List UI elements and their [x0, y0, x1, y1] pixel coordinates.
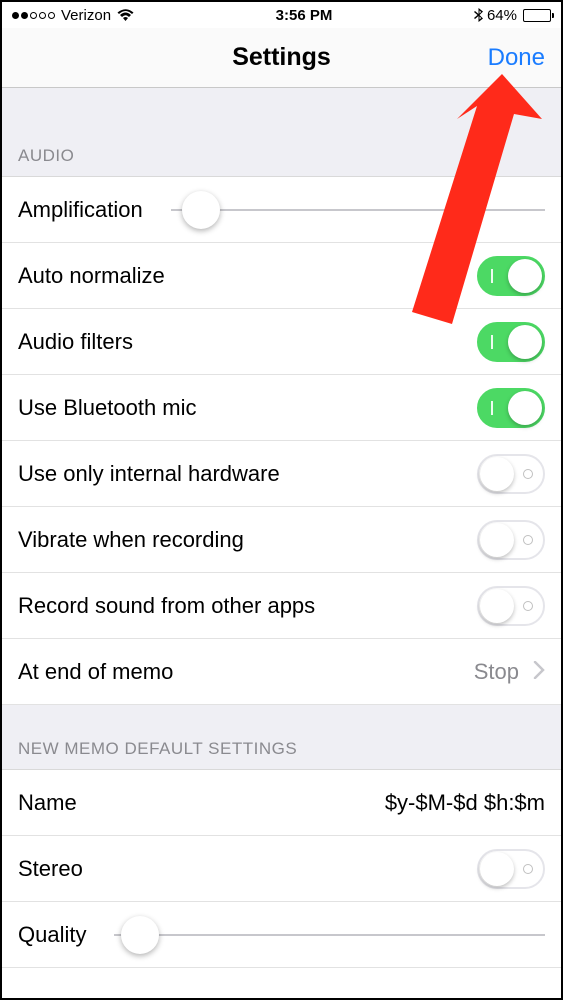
- cell-stereo: Stereo: [2, 836, 561, 902]
- section-header-audio: AUDIO: [2, 88, 561, 177]
- bluetooth-mic-switch[interactable]: [477, 388, 545, 428]
- cell-bluetooth-mic: Use Bluetooth mic: [2, 375, 561, 441]
- wifi-icon: [117, 9, 134, 22]
- battery-icon: [523, 9, 551, 22]
- slider-thumb[interactable]: [182, 191, 220, 229]
- vibrate-switch[interactable]: [477, 520, 545, 560]
- end-of-memo-value: Stop: [474, 659, 519, 685]
- auto-normalize-label: Auto normalize: [18, 263, 165, 289]
- cell-vibrate: Vibrate when recording: [2, 507, 561, 573]
- status-bar: Verizon 3:56 PM 64%: [2, 2, 561, 28]
- name-label: Name: [18, 790, 77, 816]
- amplification-slider[interactable]: [171, 209, 545, 211]
- status-left: Verizon: [12, 7, 134, 24]
- cell-amplification: Amplification: [2, 177, 561, 243]
- signal-dots: [12, 12, 55, 19]
- status-right: 64%: [474, 7, 551, 24]
- internal-hardware-label: Use only internal hardware: [18, 461, 280, 487]
- quality-slider[interactable]: [114, 934, 545, 936]
- stereo-label: Stereo: [18, 856, 83, 882]
- end-of-memo-label: At end of memo: [18, 659, 173, 685]
- cell-quality: Quality: [2, 902, 561, 968]
- name-value: $y-$M-$d $h:$m: [385, 790, 545, 816]
- cell-end-of-memo[interactable]: At end of memo Stop: [2, 639, 561, 705]
- record-other-apps-label: Record sound from other apps: [18, 593, 315, 619]
- done-button[interactable]: Done: [488, 44, 545, 72]
- amplification-label: Amplification: [18, 197, 143, 223]
- section-header-memo: NEW MEMO DEFAULT SETTINGS: [2, 705, 561, 770]
- cell-record-other-apps: Record sound from other apps: [2, 573, 561, 639]
- stereo-switch[interactable]: [477, 849, 545, 889]
- quality-label: Quality: [18, 922, 86, 948]
- clock: 3:56 PM: [276, 7, 333, 24]
- vibrate-label: Vibrate when recording: [18, 527, 244, 553]
- auto-normalize-switch[interactable]: [477, 256, 545, 296]
- cell-internal-hardware: Use only internal hardware: [2, 441, 561, 507]
- audio-filters-switch[interactable]: [477, 322, 545, 362]
- bluetooth-icon: [474, 8, 483, 23]
- cell-auto-normalize: Auto normalize: [2, 243, 561, 309]
- nav-bar: Settings Done: [2, 28, 561, 88]
- carrier-label: Verizon: [61, 7, 111, 24]
- bluetooth-mic-label: Use Bluetooth mic: [18, 395, 197, 421]
- chevron-right-icon: [533, 659, 545, 685]
- record-other-apps-switch[interactable]: [477, 586, 545, 626]
- audio-filters-label: Audio filters: [18, 329, 133, 355]
- cell-name[interactable]: Name $y-$M-$d $h:$m: [2, 770, 561, 836]
- battery-percent: 64%: [487, 7, 517, 24]
- cell-audio-filters: Audio filters: [2, 309, 561, 375]
- page-title: Settings: [232, 43, 331, 72]
- internal-hardware-switch[interactable]: [477, 454, 545, 494]
- slider-thumb[interactable]: [121, 916, 159, 954]
